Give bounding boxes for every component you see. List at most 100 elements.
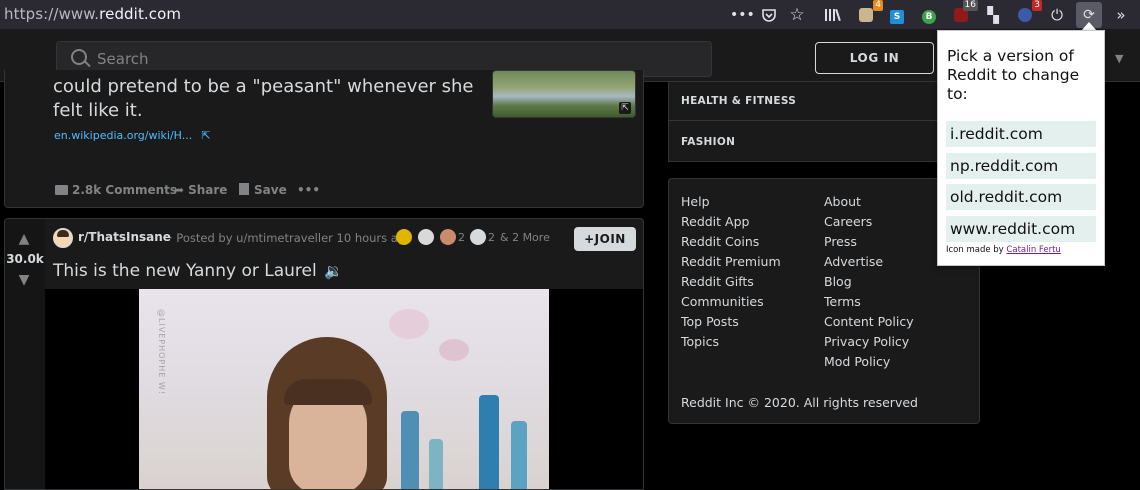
url-prefix: https://www.: [4, 5, 100, 23]
footer-link-reddit-coins[interactable]: Reddit Coins: [681, 234, 759, 249]
save-label: Save: [254, 183, 287, 197]
post-card[interactable]: could pretend to be a "peasant" whenever…: [4, 70, 644, 208]
url-domain: reddit.com: [99, 5, 182, 23]
external-link-icon: ⇱: [201, 129, 211, 142]
post-title[interactable]: could pretend to be a "peasant" whenever…: [53, 75, 483, 123]
more-awards-label[interactable]: & 2 More: [500, 231, 550, 244]
comments-label: 2.8k Comments: [72, 183, 178, 197]
share-button[interactable]: ➦ Share: [174, 183, 227, 197]
footer-link-communities[interactable]: Communities: [681, 294, 764, 309]
footer-link-careers[interactable]: Careers: [824, 214, 872, 229]
sidebar-topics: HEALTH & FITNESS FASHION: [668, 82, 981, 162]
footer-link-advertise[interactable]: Advertise: [824, 254, 883, 269]
award-count: 2: [488, 231, 495, 244]
footer-link-topics[interactable]: Topics: [681, 334, 719, 349]
thumbnail-external-icon: ⇱: [619, 102, 631, 114]
credit-prefix: Icon made by: [946, 245, 1004, 255]
addon-news-icon[interactable]: 3: [1014, 0, 1042, 26]
ublock-icon[interactable]: 16: [950, 0, 978, 26]
power-icon[interactable]: ⏻: [1046, 4, 1068, 26]
post-thumbnail[interactable]: ⇱: [492, 70, 636, 118]
footer-link-top-posts[interactable]: Top Posts: [681, 314, 739, 329]
reddit-version-popup: Pick a version of Reddit to change to: i…: [937, 30, 1105, 266]
option-www-reddit[interactable]: www.reddit.com: [946, 216, 1096, 242]
search-placeholder: Search: [97, 50, 149, 68]
addon-b-icon[interactable]: B: [918, 4, 940, 26]
join-button[interactable]: +JOIN: [574, 227, 636, 251]
option-old-reddit[interactable]: old.reddit.com: [946, 184, 1096, 210]
more-options-button[interactable]: •••: [297, 183, 320, 197]
pocket-icon[interactable]: [758, 4, 780, 26]
divider: [669, 120, 981, 121]
bottle-decoration: [401, 411, 419, 489]
topic-fashion[interactable]: FASHION: [681, 136, 735, 148]
award-2-icon[interactable]: [418, 229, 434, 245]
footer-link-reddit-gifts[interactable]: Reddit Gifts: [681, 274, 754, 289]
credit-author-link[interactable]: Catalin Fertu: [1006, 245, 1060, 255]
video-frame[interactable]: @LIVEPHOPHE W!: [139, 289, 549, 489]
footer-link-content-policy[interactable]: Content Policy: [824, 314, 914, 329]
post-card[interactable]: ▲ 30.0k ▼ r/ThatsInsane · Posted by u/mt…: [4, 218, 644, 490]
share-label: Share: [188, 183, 228, 197]
option-np-reddit[interactable]: np.reddit.com: [946, 153, 1096, 179]
bottle-decoration: [511, 421, 527, 489]
footer-link-help[interactable]: Help: [681, 194, 710, 209]
save-button[interactable]: Save: [239, 183, 287, 197]
subreddit-avatar[interactable]: [53, 228, 73, 248]
footer-link-about[interactable]: About: [824, 194, 861, 209]
award-silver-icon[interactable]: [470, 229, 486, 245]
option-i-reddit[interactable]: i.reddit.com: [946, 121, 1096, 147]
sidebar-footer: Help Reddit App Reddit Coins Reddit Prem…: [668, 178, 980, 424]
footer-link-blog[interactable]: Blog: [824, 274, 852, 289]
post-title-text: This is the new Yanny or Laurel: [53, 261, 317, 281]
popup-heading: Pick a version of Reddit to change to:: [947, 47, 1080, 103]
footer-link-press[interactable]: Press: [824, 234, 857, 249]
overflow-chevron-icon[interactable]: »: [1110, 4, 1132, 26]
share-icon: ➦: [174, 183, 185, 197]
bookmark-star-icon[interactable]: ☆: [786, 4, 808, 26]
bottle-decoration: [429, 439, 443, 489]
footer-link-privacy-policy[interactable]: Privacy Policy: [824, 334, 909, 349]
speaker-icon: 🔉: [324, 262, 343, 280]
footer-link-terms[interactable]: Terms: [824, 294, 861, 309]
addon-news-badge: 3: [1032, 0, 1042, 11]
addon-s-letter: S: [890, 10, 904, 24]
post-title[interactable]: This is the new Yanny or Laurel 🔉: [53, 261, 343, 281]
posted-by[interactable]: · Posted by u/mtimetraveller 10 hours ag…: [169, 231, 412, 245]
footer-link-reddit-premium[interactable]: Reddit Premium: [681, 254, 781, 269]
addon-s-icon[interactable]: S: [886, 4, 908, 26]
footer-link-mod-policy[interactable]: Mod Policy: [824, 354, 890, 369]
copyright-text: Reddit Inc © 2020. All rights reserved: [681, 395, 918, 410]
watermark: @LIVEPHOPHE W!: [157, 309, 166, 396]
save-icon: [239, 183, 249, 195]
upvote-arrow-icon[interactable]: ▲: [17, 232, 31, 246]
post-media[interactable]: @LIVEPHOPHE W!: [45, 289, 643, 489]
login-button[interactable]: LOG IN: [815, 42, 934, 74]
downvote-arrow-icon[interactable]: ▼: [17, 273, 31, 287]
extensions-grid-icon[interactable]: ▚: [982, 4, 1004, 26]
search-icon: [71, 49, 87, 65]
award-gold-icon[interactable]: [396, 229, 412, 245]
addon-a-icon[interactable]: 4: [855, 0, 883, 26]
page-actions-icon[interactable]: •••: [730, 4, 755, 26]
icon-credit: Icon made by Catalin Fertu: [946, 245, 1061, 255]
bottle-decoration: [479, 395, 499, 489]
flower-decoration: [439, 339, 469, 361]
vote-count: 30.0k: [6, 252, 44, 266]
addon-b-letter: B: [922, 10, 936, 24]
post-link[interactable]: en.wikipedia.org/wiki/H... ⇱: [54, 124, 211, 143]
person-bangs: [284, 379, 372, 405]
footer-link-reddit-app[interactable]: Reddit App: [681, 214, 749, 229]
topic-health-fitness[interactable]: HEALTH & FITNESS: [681, 95, 796, 107]
comments-button[interactable]: 2.8k Comments: [55, 183, 177, 197]
browser-toolbar: https://www.reddit.com ••• ☆ 4 S B 16 ▚ …: [0, 0, 1140, 30]
subreddit-name[interactable]: r/ThatsInsane: [78, 230, 171, 244]
ublock-badge: 16: [962, 0, 978, 11]
user-menu-caret-icon[interactable]: ▼: [1115, 52, 1123, 65]
comment-icon: [55, 185, 68, 195]
library-icon[interactable]: [822, 4, 844, 26]
address-bar[interactable]: https://www.reddit.com: [4, 5, 181, 23]
flower-decoration: [389, 309, 429, 339]
vote-bar: ▲ 30.0k ▼: [5, 219, 45, 489]
award-3-icon[interactable]: [440, 229, 456, 245]
